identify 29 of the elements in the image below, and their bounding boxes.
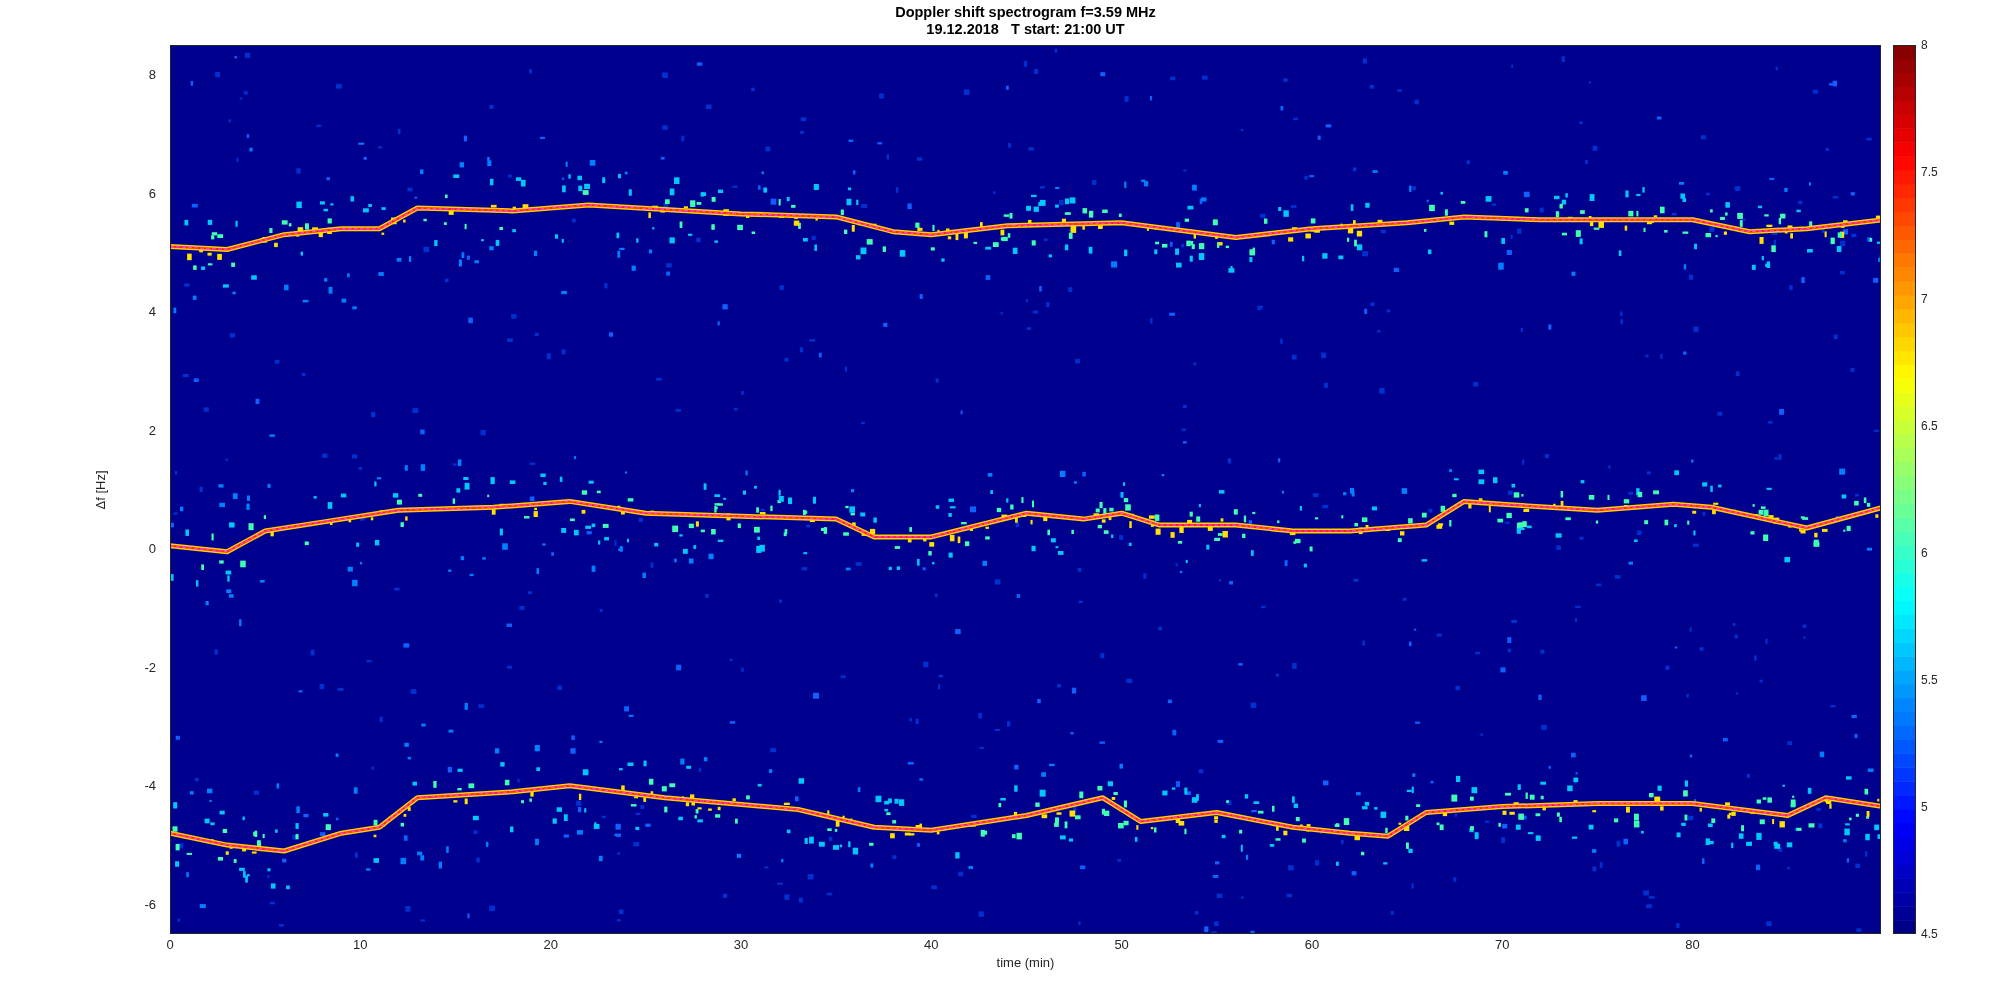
y-axis-label: Δf [Hz]	[92, 470, 108, 509]
colorbar-tick-label: 7	[1921, 291, 1928, 307]
x-tick-label: 40	[924, 937, 939, 952]
colorbar-tick-label: 5.5	[1921, 672, 1938, 688]
chart-title: Doppler shift spectrogram f=3.59 MHz	[895, 4, 1156, 21]
x-tick-label: 50	[1114, 937, 1129, 952]
x-axis-label: time (min)	[996, 955, 1055, 970]
y-tick-label: 8	[148, 67, 156, 83]
y-tick-label: 0	[148, 541, 156, 557]
y-tick-label: -2	[144, 659, 156, 675]
x-tick-label: 80	[1685, 937, 1700, 952]
x-tick-label: 70	[1495, 937, 1510, 952]
colorbar-tick-label: 6.5	[1921, 418, 1938, 434]
y-tick-label: 2	[148, 422, 156, 438]
y-tick-label: 6	[148, 185, 156, 201]
x-tick-label: 10	[353, 937, 368, 952]
y-tick-label: -4	[144, 778, 156, 794]
colorbar-tick-label: 6	[1921, 545, 1928, 561]
x-tick-label: 30	[733, 937, 749, 952]
chart-subtitle: 19.12.2018 T start: 21:00 UT	[926, 21, 1125, 38]
y-tick-label: -6	[144, 896, 156, 912]
colorbar-tick-label: 7.5	[1921, 164, 1938, 180]
colorbar-tick-label: 5	[1921, 799, 1928, 815]
y-tick-label: 4	[148, 304, 156, 320]
colorbar-tick-label: 4.5	[1921, 926, 1938, 942]
x-tick-label: 60	[1304, 937, 1320, 952]
x-tick-label: 0	[166, 937, 174, 952]
colorbar-tick-label: 8	[1921, 37, 1928, 53]
x-tick-label: 20	[543, 937, 558, 952]
